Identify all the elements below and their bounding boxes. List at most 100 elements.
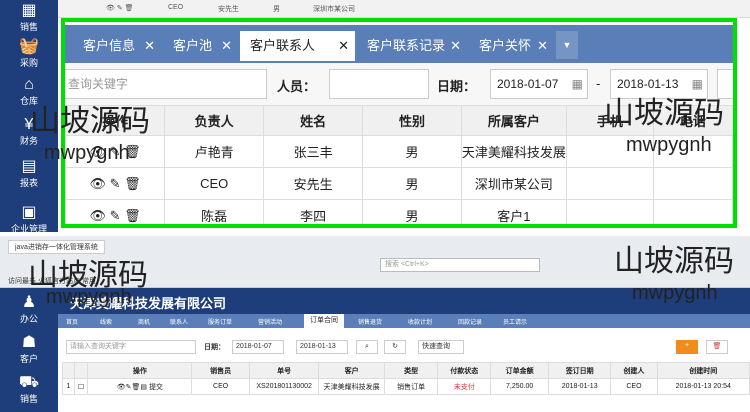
- tab[interactable]: 联系人: [170, 317, 188, 326]
- chevron-down-icon[interactable]: ▼: [556, 31, 578, 59]
- column-header[interactable]: 手机: [565, 105, 654, 136]
- tab[interactable]: 线索: [100, 317, 112, 326]
- cell: CEO: [168, 4, 184, 11]
- sidebar-item-enterprise[interactable]: ▣ 企业管理: [0, 204, 58, 235]
- sidebar-item-label: 企业管理: [10, 224, 47, 234]
- tab[interactable]: 商机: [138, 317, 150, 326]
- cell-name: 李四: [263, 199, 364, 224]
- person-input[interactable]: [329, 69, 429, 99]
- close-icon[interactable]: ✕: [537, 31, 548, 61]
- row-icons: 👁 ✎ 🗑: [106, 5, 134, 12]
- tab-contact-records[interactable]: 客户联系记录 ✕: [357, 31, 467, 61]
- date-to-input[interactable]: 2018-01-13 ▦: [610, 69, 708, 99]
- sidebar-item-warehouse[interactable]: ⌂ 仓库: [0, 76, 58, 107]
- close-icon[interactable]: ✕: [221, 31, 232, 61]
- column-header[interactable]: 姓名: [263, 105, 364, 136]
- sidebar-item-sales[interactable]: ▦ 销售: [0, 2, 58, 33]
- refresh-icon[interactable]: ↻: [384, 340, 406, 354]
- delete-icon[interactable]: 🗑: [124, 176, 141, 191]
- tab-customer-care[interactable]: 客户关怀 ✕: [469, 31, 554, 61]
- close-icon[interactable]: ✕: [450, 31, 461, 61]
- calendar-icon[interactable]: ▦: [692, 70, 703, 98]
- browser-search-input[interactable]: 搜索 <Ctrl+K>: [380, 258, 540, 272]
- column-header[interactable]: 单号: [248, 362, 320, 379]
- sidebar-item-report[interactable]: ▤ 报表: [0, 158, 58, 189]
- search-input[interactable]: 查询关键字: [65, 69, 267, 99]
- view-icon[interactable]: 👁: [90, 208, 107, 223]
- column-header[interactable]: 负责人: [164, 105, 265, 136]
- cell-owner: 陈磊: [164, 199, 265, 224]
- column-header[interactable]: 销售员: [191, 362, 250, 379]
- tab[interactable]: 回款记录: [458, 317, 482, 326]
- column-header[interactable]: 创建时间: [656, 362, 750, 379]
- tab[interactable]: 收款计划: [408, 317, 432, 326]
- sidebar-item-office[interactable]: ♟ 办公: [0, 294, 58, 325]
- column-header[interactable]: 签订日期: [548, 362, 612, 379]
- edit-icon[interactable]: ✎: [110, 176, 121, 191]
- tab[interactable]: 营销活动: [258, 317, 282, 326]
- tab[interactable]: 首页: [66, 317, 78, 326]
- view-icon[interactable]: 👁: [90, 144, 107, 159]
- add-button[interactable]: +: [676, 340, 698, 354]
- table-row[interactable]: 👁 ✎ 🗑 卢艳青 张三丰 男 天津美耀科技发展: [65, 135, 733, 168]
- column-header[interactable]: 性别: [362, 105, 462, 136]
- cell-gender: 男: [362, 199, 462, 224]
- column-header[interactable]: 电话: [652, 105, 733, 136]
- view-icon[interactable]: 👁: [90, 176, 107, 191]
- sales-icon: ⛟: [18, 374, 40, 391]
- sidebar-item-finance[interactable]: ¥ 财务: [0, 116, 58, 147]
- tab-customer-pool[interactable]: 客户池 ✕: [163, 31, 238, 61]
- search-icon[interactable]: ⌕: [356, 340, 378, 354]
- cell-phone: [652, 199, 733, 224]
- tab-customer-info[interactable]: 客户信息 ✕: [73, 31, 161, 61]
- sidebar-item-label: 办公: [19, 314, 38, 324]
- date-from-input[interactable]: 2018-01-07 ▦: [490, 69, 588, 99]
- second-screenshot: java进销存一体化管理系统 搜索 <Ctrl+K> 访问最多 火狐官方站点 常…: [0, 236, 750, 412]
- delete-icon[interactable]: 🗑: [124, 208, 141, 223]
- tab[interactable]: 销售退货: [358, 317, 382, 326]
- cell-phone: [652, 135, 733, 168]
- edit-icon[interactable]: ✎: [110, 208, 121, 223]
- cell-customer: 天津美耀科技发展: [460, 135, 567, 168]
- column-header[interactable]: 类型: [384, 362, 439, 379]
- column-header[interactable]: 操作: [87, 362, 193, 379]
- browser-tab[interactable]: java进销存一体化管理系统: [8, 240, 105, 254]
- delete-icon[interactable]: 🗑: [124, 144, 141, 159]
- sidebar-item-customer[interactable]: ☗ 客户: [0, 334, 58, 365]
- table-header: 操作 负责人 姓名 性别 所属客户 手机 电话: [65, 105, 733, 136]
- sidebar-item-purchase[interactable]: 🧺 采购: [0, 38, 58, 69]
- column-header[interactable]: 创建人: [610, 362, 658, 379]
- date-from-input[interactable]: 2018-01-07: [232, 340, 284, 354]
- close-icon[interactable]: ✕: [144, 31, 155, 61]
- edit-icon[interactable]: ✎: [110, 144, 121, 159]
- quick-query-button[interactable]: 快速查询: [418, 340, 464, 354]
- tab[interactable]: 服务订单: [208, 317, 232, 326]
- column-header[interactable]: 付款状态: [437, 362, 492, 379]
- submit-icon[interactable]: ▤: [140, 384, 147, 391]
- column-header[interactable]: 客户: [318, 362, 386, 379]
- date-to-input[interactable]: 2018-01-13: [296, 340, 348, 354]
- tab-active[interactable]: 订单合同: [304, 314, 344, 328]
- table-row[interactable]: 👁 ✎ 🗑 陈磊 李四 男 客户1: [65, 199, 733, 224]
- calendar-icon[interactable]: ▦: [572, 70, 583, 98]
- table-row[interactable]: 👁 ✎ 🗑 CEO 安先生 男 深圳市某公司: [65, 167, 733, 200]
- search-button[interactable]: [717, 69, 733, 99]
- sidebar-item-sales[interactable]: ⛟ 销售: [0, 374, 58, 405]
- table-row[interactable]: 1 ☐ 👁✎🗑▤ 提交 CEO XS201801130002 天津美耀科技发展 …: [62, 378, 750, 395]
- tab-label: 客户关怀: [479, 38, 532, 53]
- tab[interactable]: 员工请示: [503, 317, 527, 326]
- view-icon[interactable]: 👁: [117, 384, 126, 391]
- tab-customer-contacts[interactable]: 客户联系人 ✕: [240, 31, 355, 61]
- row-checkbox[interactable]: ☐: [73, 378, 89, 395]
- close-icon[interactable]: ✕: [338, 31, 349, 61]
- search-input[interactable]: 请输入查询关键字: [66, 340, 196, 354]
- column-header[interactable]: 订单金额: [490, 362, 550, 379]
- sidebar-item-label: 销售: [19, 394, 38, 404]
- date-from-value: 2018-01-07: [497, 77, 559, 91]
- sidebar-item-label: 报表: [19, 178, 38, 188]
- submit-link[interactable]: 提交: [149, 384, 163, 391]
- column-header[interactable]: 操作: [65, 105, 166, 136]
- delete-icon[interactable]: 🗑: [706, 340, 728, 354]
- column-header[interactable]: 所属客户: [460, 105, 567, 136]
- cell-customer: 客户1: [460, 199, 567, 224]
